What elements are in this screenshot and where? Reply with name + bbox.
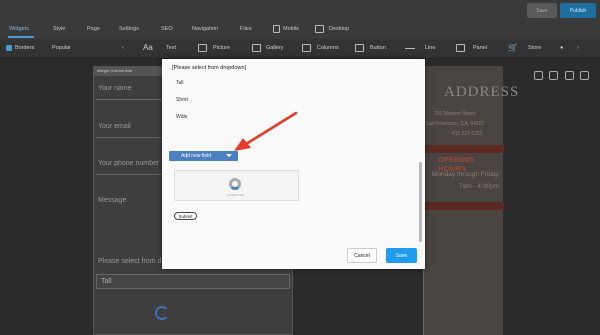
add-new-field-label: Add new field [181, 153, 212, 159]
tool-gallery[interactable]: Gallery [266, 45, 283, 51]
widget-toolbar: Borders Popular ‹ Aa Text Picture Galler… [0, 39, 600, 59]
close-icon[interactable] [580, 71, 589, 80]
tab-desktop[interactable]: Desktop [329, 26, 349, 32]
tool-picture[interactable]: Picture [213, 45, 230, 51]
save-button[interactable]: Save [386, 248, 417, 263]
hours-line: Monday through Friday [432, 171, 499, 178]
form-field-label: Message [98, 197, 127, 204]
top-bar: Save Publish [0, 0, 600, 20]
modal-scrollbar[interactable] [419, 162, 422, 242]
recaptcha-icon [229, 178, 241, 190]
form-field-label: Your name [98, 85, 132, 92]
line-icon [405, 48, 415, 49]
borders-checkbox[interactable] [6, 45, 12, 51]
toolbar-next-arrow[interactable]: › [577, 45, 579, 51]
tool-columns[interactable]: Columns [317, 45, 339, 51]
cart-icon: 🛒 [508, 43, 518, 52]
dropdown-option[interactable]: Wide [176, 114, 187, 120]
submit-button[interactable]: Submit [174, 212, 197, 220]
hours-line: 7am - 4:30pm [459, 183, 500, 190]
address-title: ADDRESS [444, 84, 520, 100]
desktop-icon [315, 25, 324, 33]
columns-icon [302, 44, 311, 52]
panel-icon [456, 44, 465, 52]
tab-mobile[interactable]: Mobile [283, 26, 299, 32]
loading-spinner-icon [155, 306, 169, 320]
recaptcha-label: reCAPTCHA [227, 193, 245, 197]
category-dropdown[interactable]: Popular [52, 45, 71, 51]
add-new-field-button[interactable]: Add new field [169, 151, 238, 161]
tab-page[interactable]: Page [87, 26, 100, 32]
address-line: 415 227 0250 [452, 131, 483, 137]
size-select-value: Tall [101, 278, 112, 285]
dropdown-option[interactable]: Tall [176, 80, 184, 86]
address-column: ADDRESS 201 Mission Street San Francisco… [423, 66, 518, 335]
tab-settings[interactable]: Settings [119, 26, 139, 32]
tool-store[interactable]: Store [528, 45, 541, 51]
recaptcha-widget[interactable]: reCAPTCHA [174, 170, 299, 201]
active-tab-indicator [8, 36, 34, 38]
form-field-label: Your phone number [98, 160, 160, 167]
dropdown-option[interactable]: Short [176, 97, 188, 103]
text-icon: Aa [143, 43, 153, 52]
tab-files[interactable]: Files [240, 26, 252, 32]
toolbar-prev-arrow[interactable]: ‹ [122, 45, 124, 51]
mobile-icon [273, 25, 280, 33]
copy-icon[interactable] [549, 71, 558, 80]
button-icon [355, 44, 364, 52]
tool-text[interactable]: Text [166, 45, 176, 51]
field-editor-modal: [Please select from dropdown] Tall Short… [162, 59, 425, 269]
borders-label: Borders [15, 45, 35, 51]
lock-icon[interactable] [534, 71, 543, 80]
address-line: 201 Mission Street [434, 111, 476, 117]
size-select[interactable]: Tall [96, 274, 290, 289]
editor-save-button[interactable]: Save [527, 3, 557, 18]
tool-button[interactable]: Button [370, 45, 386, 51]
form-field-label: Your email [98, 123, 131, 130]
form-field-label: Please select from d [98, 258, 162, 265]
tab-seo[interactable]: SEO [161, 26, 173, 32]
chevron-down-icon [226, 154, 232, 157]
picture-icon [198, 44, 207, 52]
publish-button[interactable]: Publish [560, 3, 596, 18]
address-line: San Francisco, CA, 94107 [426, 121, 485, 127]
tab-style[interactable]: Style [53, 26, 65, 32]
gallery-icon [252, 44, 261, 52]
dropdown-placeholder: [Please select from dropdown] [172, 65, 246, 71]
section-divider [424, 202, 504, 210]
refresh-icon[interactable] [565, 71, 574, 80]
tab-navigation[interactable]: Navigation [192, 26, 218, 32]
tab-widgets[interactable]: Widgets [9, 26, 29, 32]
tool-panel[interactable]: Panel [473, 45, 487, 51]
cancel-button[interactable]: Cancel [347, 248, 377, 263]
tool-line[interactable]: Line [425, 45, 435, 51]
tab-bar: Widgets Style Page Settings SEO Navigati… [0, 20, 600, 39]
map-pin-icon: ● [560, 45, 564, 51]
section-divider [424, 145, 504, 153]
